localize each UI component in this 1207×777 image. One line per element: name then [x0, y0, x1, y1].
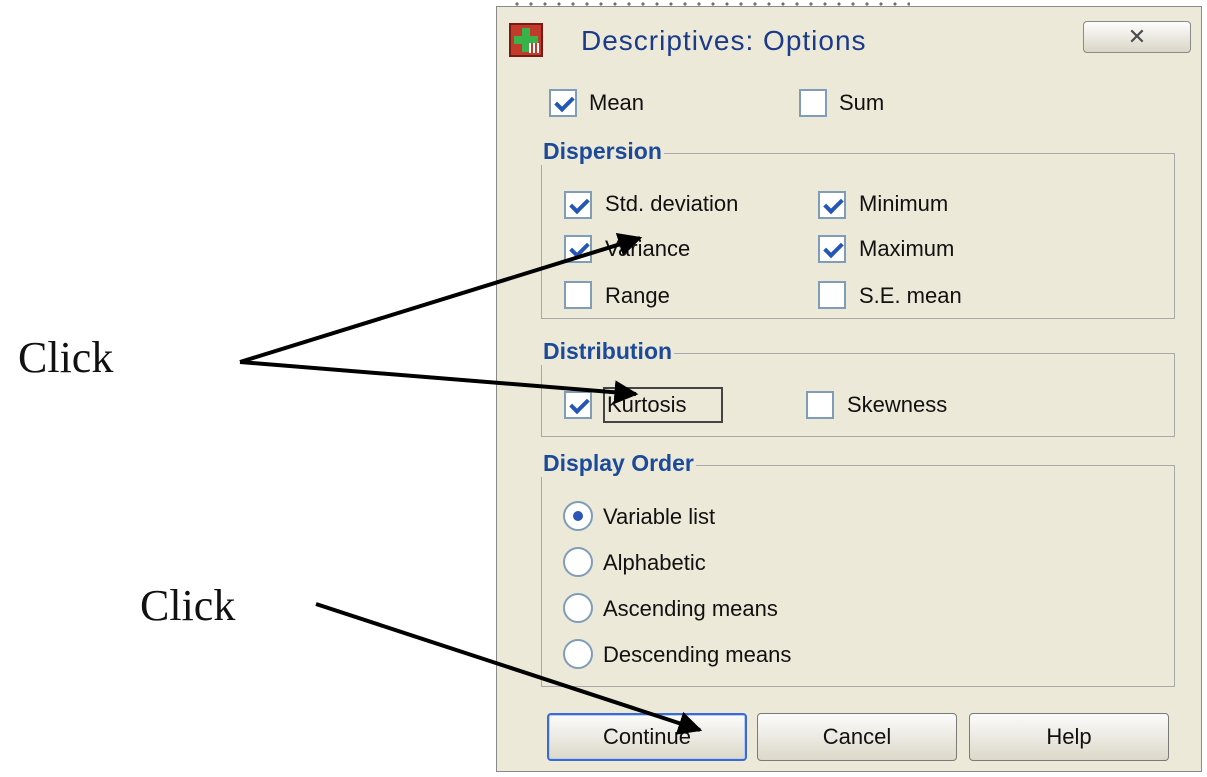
arrow-to-variance — [239, 232, 643, 364]
arrow-to-continue — [315, 602, 703, 735]
arrow-to-kurtosis — [239, 360, 639, 405]
annotation-arrows — [239, 232, 703, 735]
